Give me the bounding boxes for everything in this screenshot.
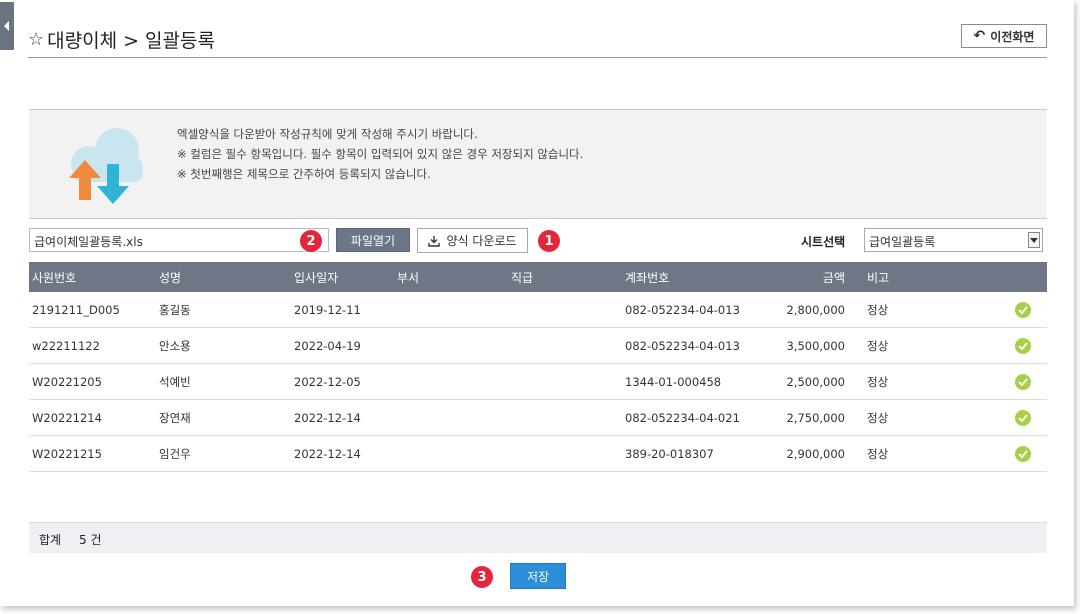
cell-note: 정상 [867,446,889,461]
check-icon [1015,301,1031,318]
cell-hire-date: 2022-04-19 [294,338,361,353]
cell-note: 정상 [867,302,889,317]
cell-account: 082-052234-04-021 [625,410,740,425]
cell-account: 389-20-018307 [625,446,714,461]
column-header: 부서 [397,270,420,285]
chevron-down-icon[interactable] [1028,232,1040,248]
cell-amount: 2,800,000 [786,302,845,317]
status-cell [1015,436,1031,471]
info-text: 엑셀양식을 다운받아 작성규칙에 맞게 작성해 주시기 바랍니다. ※ 컬럼은 … [177,124,583,184]
column-header: 비고 [867,270,890,285]
cell-name: 안소용 [159,338,191,353]
cell-amount: 2,500,000 [786,374,845,389]
info-line: ※ 첫번째행은 제목으로 간주하여 등록되지 않습니다. [177,167,431,181]
column-header: 사원번호 [32,270,77,285]
cell-note: 정상 [867,410,889,425]
table-row[interactable]: W20221215 임건우 2022-12-14 389-20-018307 2… [29,436,1047,472]
check-icon [1015,409,1031,426]
prev-screen-button[interactable]: ↶ 이전화면 [961,24,1047,48]
cell-name: 석예빈 [159,374,191,389]
cell-hire-date: 2022-12-14 [294,410,361,425]
save-button[interactable]: 저장 [510,563,566,589]
cell-account: 082-052234-04-013 [625,338,740,353]
step-badge-2: 2 [300,230,322,252]
collapse-arrow-icon [4,21,9,31]
column-header: 금액 [822,270,845,285]
cell-amount: 2,750,000 [786,410,845,425]
cell-name: 장연재 [159,410,191,425]
info-line: 엑셀양식을 다운받아 작성규칙에 맞게 작성해 주시기 바랍니다. [177,127,478,141]
cell-employee-id: W20221205 [32,374,102,389]
prev-screen-label: 이전화면 [990,29,1035,44]
cloud-upload-download-icon [69,128,143,204]
column-header: 계좌번호 [625,270,670,285]
cell-name: 홍길동 [159,302,191,317]
template-download-button[interactable]: 양식 다운로드 [417,228,528,253]
file-name-input[interactable]: 급여이체일괄등록.xls [29,228,329,252]
sheet-select-label: 시트선택 [801,235,846,249]
summary-label: 합계 [39,533,62,547]
table-header: 사원번호 성명 입사일자 부서 직급 계좌번호 금액 비고 [29,262,1047,292]
page-title: ☆ 대량이체 > 일괄등록 [28,26,215,53]
cell-hire-date: 2019-12-11 [294,302,361,317]
cell-hire-date: 2022-12-14 [294,446,361,461]
download-icon [428,235,441,247]
check-icon [1015,445,1031,462]
cell-employee-id: W20221215 [32,446,102,461]
summary-count: 5 건 [79,533,102,547]
step-badge-1: 1 [538,230,560,252]
cell-name: 임건우 [159,446,191,461]
open-file-button[interactable]: 파일열기 [336,228,410,252]
page-title-text: 대량이체 > 일괄등록 [47,30,215,52]
summary-bar: 합계 5 건 [29,522,1047,553]
cell-amount: 2,900,000 [786,446,845,461]
column-header: 입사일자 [294,270,339,285]
status-cell [1015,400,1031,435]
step-badge-3: 3 [471,566,493,588]
cell-note: 정상 [867,374,889,389]
table-row[interactable]: W20221205 석예빈 2022-12-05 1344-01-000458 … [29,364,1047,400]
info-line: ※ 컬럼은 필수 항목입니다. 필수 항목이 입력되어 있지 않은 경우 저장되… [177,147,584,161]
status-cell [1015,328,1031,363]
status-cell [1015,292,1031,327]
file-toolbar: 급여이체일괄등록.xls 2 파일열기 양식 다운로드 1 시트선택 급여일괄등… [29,226,1047,254]
check-icon [1015,373,1031,390]
sheet-select[interactable]: 급여일괄등록 [864,228,1043,252]
back-arrow-icon: ↶ [973,28,986,44]
cell-employee-id: w22211122 [32,338,100,353]
cell-account: 1344-01-000458 [625,374,722,389]
cell-employee-id: 2191211_D005 [32,302,120,317]
cell-note: 정상 [867,338,889,353]
column-header: 성명 [159,270,182,285]
table-row[interactable]: w22211122 안소용 2022-04-19 082-052234-04-0… [29,328,1047,364]
cell-employee-id: W20221214 [32,410,102,425]
table-row[interactable]: 2191211_D005 홍길동 2019-12-11 082-052234-0… [29,292,1047,328]
template-download-label: 양식 다운로드 [446,234,517,248]
check-icon [1015,337,1031,354]
sheet-select-value: 급여일괄등록 [869,235,936,249]
cell-hire-date: 2022-12-05 [294,374,361,389]
cell-account: 082-052234-04-013 [625,302,740,317]
page-header: ☆ 대량이체 > 일괄등록 ↶ 이전화면 [28,22,1047,58]
info-panel: 엑셀양식을 다운받아 작성규칙에 맞게 작성해 주시기 바랍니다. ※ 컬럼은 … [29,109,1047,219]
cell-amount: 3,500,000 [786,338,845,353]
column-header: 직급 [511,270,534,285]
side-collapse-tab[interactable] [0,2,14,50]
status-cell [1015,364,1031,399]
employee-table: 사원번호 성명 입사일자 부서 직급 계좌번호 금액 비고 2191211_D0… [29,262,1047,472]
star-icon[interactable]: ☆ [28,29,44,50]
main-frame: ☆ 대량이체 > 일괄등록 ↶ 이전화면 엑셀양식을 다운받아 작성규칙에 맞게… [0,0,1074,606]
table-row[interactable]: W20221214 장연재 2022-12-14 082-052234-04-0… [29,400,1047,436]
